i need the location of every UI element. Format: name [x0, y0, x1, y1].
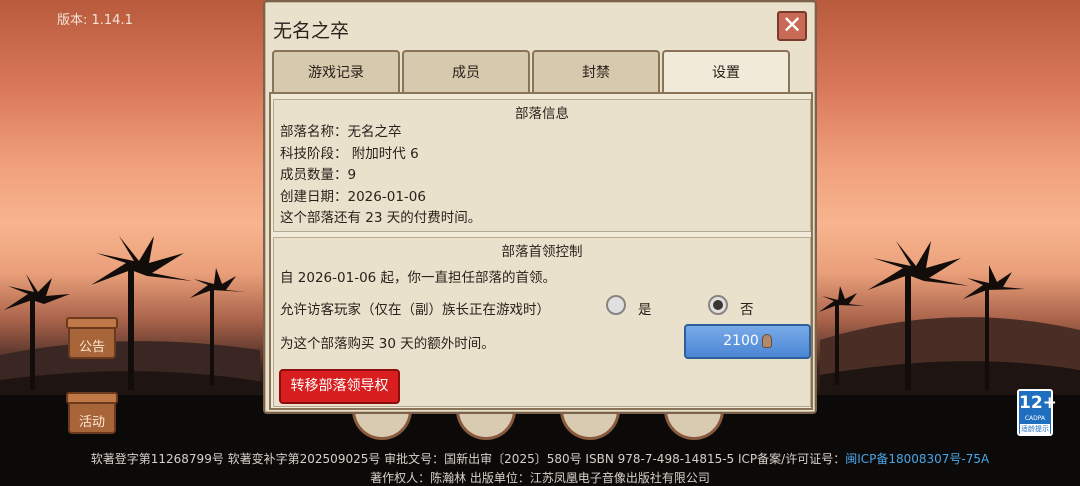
notice-label: 公告 — [78, 340, 105, 355]
copyright-line-1: 软著登字第11268799号 软著变补字第202509025号 审批文号：国新出… — [0, 450, 1080, 467]
transfer-leadership-button[interactable]: 转移部落领导权 — [279, 369, 400, 404]
leader-since-text: 自 2026-01-06 起，你一直担任部落的首领。 — [280, 270, 557, 286]
guest-no-radio[interactable] — [708, 295, 728, 315]
buy-time-button[interactable]: 2100 — [684, 324, 811, 359]
event-button[interactable]: 活动 — [66, 392, 118, 434]
tab-bans[interactable]: 封禁 — [532, 50, 660, 92]
gift-box-icon: 活动 — [66, 392, 118, 434]
guest-no-label: 否 — [740, 302, 754, 318]
currency-icon — [761, 334, 772, 348]
guest-yes-label: 是 — [638, 302, 652, 318]
event-label: 活动 — [78, 415, 105, 430]
leader-control-title: 部落首领控制 — [501, 244, 583, 260]
tab-bar: 游戏记录 成员 封禁 设置 — [272, 50, 812, 94]
age-rating-badge: 12+ CADPA 适龄提示 — [1017, 389, 1057, 436]
icp-link[interactable]: 闽ICP备18008307号-75A — [845, 452, 989, 466]
tribe-dialog: 无名之卒 ✕ 游戏记录 成员 封禁 设置 部落信息 部落名称：无名之卒 科技阶段… — [263, 0, 817, 414]
buy-time-text: 为这个部落购买 30 天的额外时间。 — [280, 336, 495, 352]
tech-stage-line: 科技阶段： 附加时代 6 — [280, 145, 419, 162]
notice-button[interactable]: 公告 — [66, 317, 118, 359]
notice-box-icon: 公告 — [66, 317, 118, 359]
tab-game-record[interactable]: 游戏记录 — [272, 50, 400, 92]
close-x-icon: ✕ — [781, 11, 803, 39]
age-rating-tip: 适龄提示 — [1020, 424, 1050, 434]
paid-time-line: 这个部落还有 23 天的付费时间。 — [280, 210, 482, 226]
dialog-title: 无名之卒 — [273, 20, 350, 42]
age-rating-org: CADPA — [1024, 415, 1046, 422]
tab-members[interactable]: 成员 — [402, 50, 530, 92]
settings-panel: 部落信息 部落名称：无名之卒 科技阶段： 附加时代 6 成员数量：9 创建日期：… — [269, 92, 813, 410]
guest-question-text: 允许访客玩家（仅在（副）族长正在游戏时） — [280, 302, 550, 318]
tribe-info-title: 部落信息 — [515, 106, 569, 122]
member-count-line: 成员数量：9 — [280, 167, 357, 183]
close-button[interactable]: ✕ — [777, 11, 807, 41]
copyright-line-2: 著作权人：陈瀚林 出版单位：江苏凤凰电子音像出版社有限公司 — [370, 471, 710, 485]
guest-yes-radio[interactable] — [606, 295, 626, 315]
tribe-info-section: 部落信息 部落名称：无名之卒 科技阶段： 附加时代 6 成员数量：9 创建日期：… — [273, 99, 811, 232]
age-rating-number: 12+ — [1019, 393, 1057, 413]
tab-settings[interactable]: 设置 — [662, 50, 790, 94]
buy-price: 2100 — [723, 333, 759, 349]
created-date-line: 创建日期：2026-01-06 — [280, 188, 426, 205]
tribe-name-line: 部落名称：无名之卒 — [280, 124, 402, 140]
copyright-text: 软著登字第11268799号 软著变补字第202509025号 审批文号：国新出… — [90, 452, 846, 466]
version-label: 版本: 1.14.1 — [57, 13, 133, 28]
